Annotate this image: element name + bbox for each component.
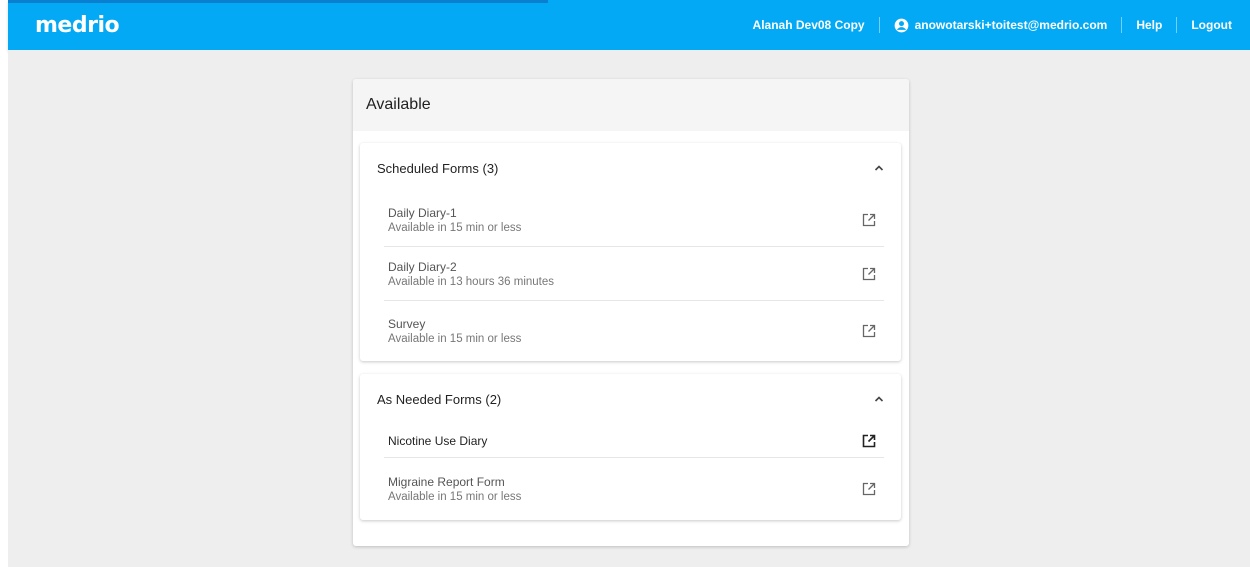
as-needed-forms-panel: As Needed Forms (2) Nicotine Use Diary M… bbox=[360, 374, 901, 520]
chevron-up-icon[interactable] bbox=[873, 162, 885, 174]
scheduled-forms-panel: Scheduled Forms (3) Daily Diary-1 Availa… bbox=[360, 143, 901, 361]
main-content: Available Scheduled Forms (3) Daily Diar… bbox=[8, 50, 1250, 567]
medrio-logo[interactable]: medrio bbox=[35, 13, 120, 38]
form-row-daily-diary-1[interactable]: Daily Diary-1 Available in 15 min or les… bbox=[384, 193, 884, 247]
open-in-new-icon[interactable] bbox=[862, 267, 876, 281]
scheduled-forms-header[interactable]: Scheduled Forms (3) bbox=[360, 143, 901, 193]
form-row-nicotine-use-diary[interactable]: Nicotine Use Diary bbox=[384, 424, 884, 458]
open-in-new-icon[interactable] bbox=[862, 324, 876, 338]
study-name[interactable]: Alanah Dev08 Copy bbox=[739, 18, 879, 32]
form-row-survey[interactable]: Survey Available in 15 min or less bbox=[384, 301, 884, 361]
form-name: Nicotine Use Diary bbox=[388, 433, 488, 448]
form-status: Available in 13 hours 36 minutes bbox=[388, 275, 555, 288]
open-in-new-icon[interactable] bbox=[862, 213, 876, 227]
user-email: anowotarski+toitest@medrio.com bbox=[914, 18, 1108, 32]
logout-link[interactable]: Logout bbox=[1177, 18, 1232, 32]
form-row-daily-diary-2[interactable]: Daily Diary-2 Available in 13 hours 36 m… bbox=[384, 247, 884, 301]
form-name: Survey bbox=[388, 317, 426, 331]
form-row-migraine-report-form[interactable]: Migraine Report Form Available in 15 min… bbox=[384, 458, 884, 520]
chevron-up-icon[interactable] bbox=[873, 393, 885, 405]
open-in-new-icon[interactable] bbox=[862, 434, 876, 448]
scheduled-forms-title: Scheduled Forms (3) bbox=[377, 160, 499, 176]
form-status: Available in 15 min or less bbox=[388, 221, 522, 234]
form-status: Available in 15 min or less bbox=[388, 333, 522, 345]
card-title: Available bbox=[353, 79, 909, 131]
top-accent-strip bbox=[8, 0, 548, 3]
top-bar: medrio Alanah Dev08 Copy anowotarski+toi… bbox=[8, 0, 1250, 50]
form-name: Migraine Report Form bbox=[388, 475, 505, 489]
app-window: medrio Alanah Dev08 Copy anowotarski+toi… bbox=[0, 0, 1250, 567]
top-nav: Alanah Dev08 Copy anowotarski+toitest@me… bbox=[739, 0, 1232, 50]
open-in-new-icon[interactable] bbox=[862, 482, 876, 496]
form-status: Available in 15 min or less bbox=[388, 491, 522, 503]
as-needed-forms-header[interactable]: As Needed Forms (2) bbox=[360, 374, 901, 424]
user-menu[interactable]: anowotarski+toitest@medrio.com bbox=[880, 18, 1122, 33]
form-name: Daily Diary-1 bbox=[388, 205, 457, 220]
available-card: Available Scheduled Forms (3) Daily Diar… bbox=[353, 79, 909, 546]
user-circle-icon bbox=[894, 18, 908, 32]
logo-text: medrio bbox=[35, 13, 120, 38]
form-name: Daily Diary-2 bbox=[388, 259, 457, 274]
help-link[interactable]: Help bbox=[1122, 18, 1176, 32]
as-needed-forms-title: As Needed Forms (2) bbox=[377, 391, 502, 407]
